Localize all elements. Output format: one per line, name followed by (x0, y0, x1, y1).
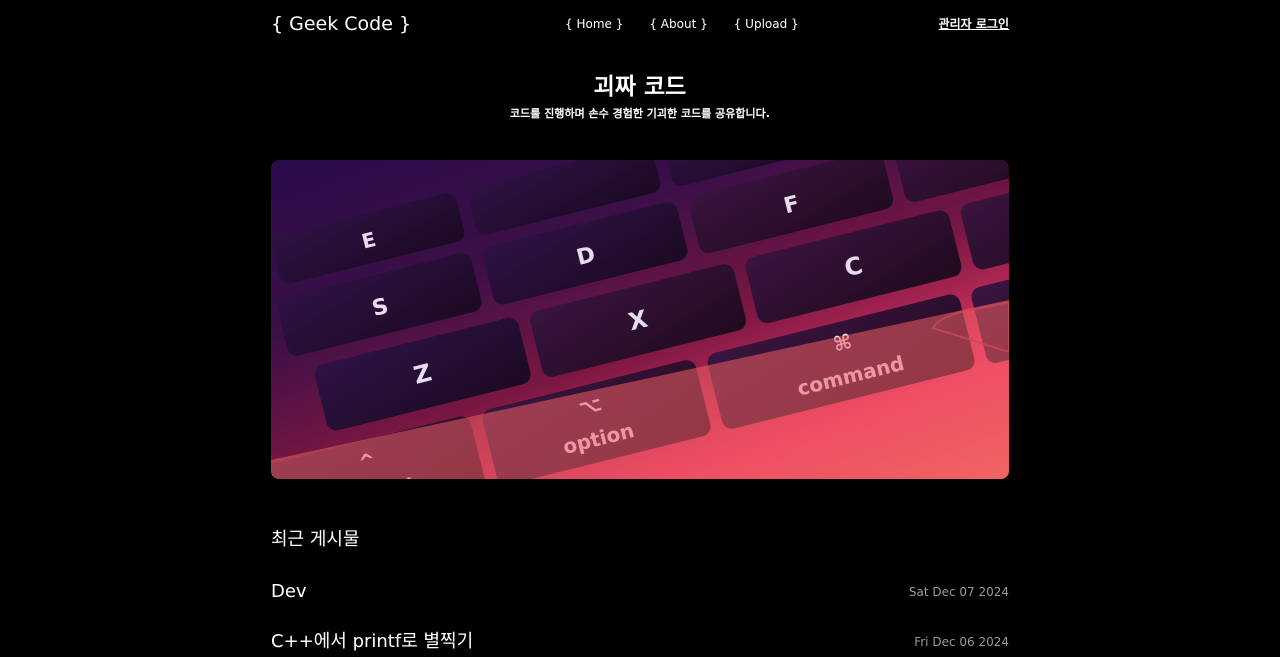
post-title-link[interactable]: C++에서 printf로 별찍기 (271, 628, 473, 656)
keyboard-illustration: E D S F X C Z V ⌥ ⌘ ^ command option con… (271, 160, 1009, 479)
main-nav: { Home } { About } { Upload } (565, 16, 799, 32)
post-date: Fri Dec 06 2024 (914, 635, 1009, 649)
page: { Geek Code } { Home } { About } { Uploa… (0, 0, 1280, 657)
post-title-link[interactable]: Dev (271, 578, 307, 606)
admin-login-link[interactable]: 관리자 로그인 (939, 16, 1009, 32)
hero-subtitle: 코드를 진행하며 손수 경험한 기괴한 코드를 공유합니다. (510, 107, 770, 120)
hero-title: 괴짜 코드 (593, 74, 687, 100)
nav-about-link[interactable]: { About } (649, 16, 707, 32)
nav-upload-link[interactable]: { Upload } (734, 16, 799, 32)
site-header: { Geek Code } { Home } { About } { Uploa… (271, 8, 1009, 40)
post-row: C++에서 printf로 별찍기 Fri Dec 06 2024 (271, 628, 1009, 656)
recent-posts-heading: 최근 게시물 (271, 529, 360, 550)
hero-banner-image: E D S F X C Z V ⌥ ⌘ ^ command option con… (271, 160, 1009, 479)
nav-home-link[interactable]: { Home } (565, 16, 623, 32)
site-logo[interactable]: { Geek Code } (271, 11, 411, 37)
post-row: Dev Sat Dec 07 2024 (271, 578, 1009, 606)
post-date: Sat Dec 07 2024 (908, 585, 1009, 599)
